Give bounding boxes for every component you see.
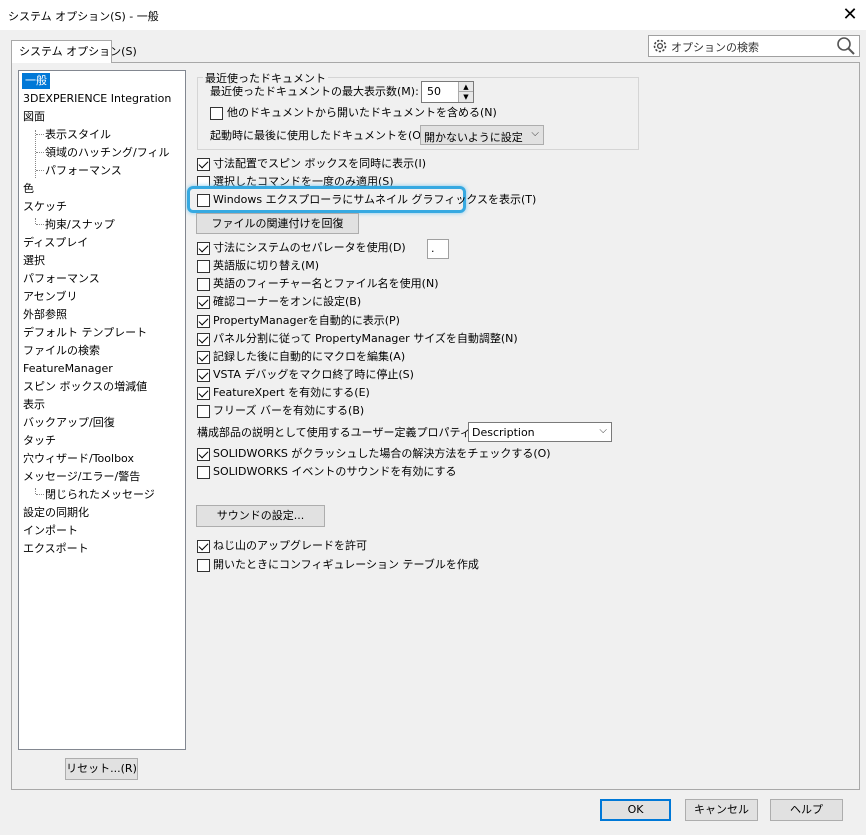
tree-item-sketch[interactable]: スケッチ: [23, 199, 67, 215]
tree-item-export[interactable]: エクスポート: [23, 541, 89, 557]
cancel-button[interactable]: キャンセル: [685, 799, 758, 821]
thumbnail-checkbox[interactable]: [197, 194, 210, 207]
option-label-16: 開いたときにコンフィギュレーション テーブルを作成: [213, 558, 479, 571]
max-recent-value[interactable]: 50: [427, 85, 441, 98]
magnifier-icon[interactable]: [835, 36, 857, 56]
option-label-13: SOLIDWORKS がクラッシュした場合の解決方法をチェックする(O): [213, 447, 551, 460]
options-tree[interactable]: 一般 3DEXPERIENCE Integration 図面 表示スタイル 領域…: [18, 70, 186, 750]
description-dropdown[interactable]: Description ⌵: [468, 422, 612, 442]
option-label-7: PropertyManagerを自動的に表示(P): [213, 314, 400, 327]
tab-system-options[interactable]: システム オプション(S): [11, 40, 137, 63]
tree-item-default-templates[interactable]: デフォルト テンプレート: [23, 325, 147, 341]
startup-dropdown[interactable]: 開かないように設定 ⌵: [420, 125, 544, 145]
search-box[interactable]: オプションの検索: [648, 35, 860, 57]
description-property-label: 構成部品の説明として使用するユーザー定義プロパティ:: [197, 426, 475, 439]
tree-item-view[interactable]: 表示: [23, 397, 45, 413]
tree-item-external-references[interactable]: 外部参照: [23, 307, 67, 323]
option-label-4: 英語版に切り替え(M): [213, 259, 320, 272]
spin-up-icon[interactable]: ▲: [458, 82, 473, 92]
option-label-5: 英語のフィーチャー名とファイル名を使用(N): [213, 277, 439, 290]
max-recent-spinbox[interactable]: 50 ▲ ▼: [421, 81, 474, 103]
option-label-14: SOLIDWORKS イベントのサウンドを有効にする: [213, 465, 457, 478]
startup-dropdown-value: 開かないように設定: [424, 131, 523, 144]
option-label-9: 記録した後に自動的にマクロを編集(A): [213, 350, 406, 363]
tree-item-3dexperience[interactable]: 3DEXPERIENCE Integration: [23, 91, 171, 107]
separator-field[interactable]: .: [427, 239, 449, 259]
chevron-down-icon: ⌵: [531, 128, 539, 139]
option-checkbox-16[interactable]: [197, 559, 210, 572]
option-checkbox-15[interactable]: [197, 540, 210, 553]
option-label-6: 確認コーナーをオンに設定(B): [213, 295, 362, 308]
close-icon[interactable]: ✕: [836, 3, 864, 27]
sound-settings-button[interactable]: サウンドの設定...: [196, 505, 325, 527]
tree-item-file-locations[interactable]: ファイルの検索: [23, 343, 100, 359]
option-label-8: パネル分割に従って PropertyManager サイズを自動調整(N): [213, 332, 518, 345]
option-checkbox-14[interactable]: [197, 466, 210, 479]
option-checkbox-4[interactable]: [197, 260, 210, 273]
option-checkbox-5[interactable]: [197, 278, 210, 291]
option-label-3: 寸法にシステムのセパレータを使用(D): [213, 241, 406, 254]
tree-item-messages-errors-warnings[interactable]: メッセージ/エラー/警告: [23, 469, 140, 485]
option-checkbox-13[interactable]: [197, 448, 210, 461]
thumbnail-label: Windows エクスプローラにサムネイル グラフィックスを表示(T): [213, 193, 537, 206]
tree-item-import[interactable]: インポート: [23, 523, 78, 539]
startup-label: 起動時に最後に使用したドキュメントを(O):: [210, 129, 429, 142]
tree-item-backup-recover[interactable]: バックアップ/回復: [23, 415, 115, 431]
tree-item-spin-box-increments[interactable]: スピン ボックスの増減値: [23, 379, 147, 395]
tree-item-hole-wizard-toolbox[interactable]: 穴ウィザード/Toolbox: [23, 451, 134, 467]
tree-item-colors[interactable]: 色: [23, 181, 34, 197]
search-input[interactable]: オプションの検索: [671, 39, 759, 55]
tree-item-drawings[interactable]: 図面: [23, 109, 45, 125]
window-title: システム オプション(S) - 一般: [8, 10, 159, 23]
tree-item-performance[interactable]: パフォーマンス: [23, 271, 100, 287]
spin-down-icon[interactable]: ▼: [458, 92, 473, 102]
reset-button[interactable]: リセット...(R): [65, 758, 138, 780]
tree-item-selection[interactable]: 選択: [23, 253, 45, 269]
tree-item-display-style[interactable]: 表示スタイル: [45, 127, 111, 143]
option-label-0: 寸法配置でスピン ボックスを同時に表示(I): [213, 157, 426, 170]
option-checkbox-7[interactable]: [197, 315, 210, 328]
tree-item-assemblies[interactable]: アセンブリ: [23, 289, 77, 305]
tree-item-display[interactable]: ディスプレイ: [23, 235, 88, 251]
tree-item-relations-snaps[interactable]: 拘束/スナップ: [45, 217, 115, 233]
restore-file-associations-button[interactable]: ファイルの関連付けを回復: [196, 213, 359, 234]
tree-item-general[interactable]: 一般: [22, 73, 50, 89]
help-button[interactable]: ヘルプ: [770, 799, 843, 821]
option-checkbox-10[interactable]: [197, 369, 210, 382]
option-checkbox-9[interactable]: [197, 351, 210, 364]
gear-icon: [653, 39, 667, 53]
option-checkbox-3[interactable]: [197, 242, 210, 255]
ok-button[interactable]: OK: [600, 799, 671, 821]
description-dropdown-value: Description: [472, 426, 535, 439]
option-label-12: フリーズ バーを有効にする(B): [213, 404, 365, 417]
include-docs-checkbox[interactable]: [210, 107, 223, 120]
max-recent-label: 最近使ったドキュメントの最大表示数(M):: [210, 85, 419, 98]
option-checkbox-8[interactable]: [197, 333, 210, 346]
chevron-down-icon: ⌵: [599, 425, 607, 436]
option-checkbox-0[interactable]: [197, 158, 210, 171]
option-checkbox-6[interactable]: [197, 296, 210, 309]
title-bar: システム オプション(S) - 一般 ✕: [0, 0, 866, 30]
option-label-15: ねじ山のアップグレードを許可: [213, 539, 367, 552]
option-checkbox-12[interactable]: [197, 405, 210, 418]
option-label-10: VSTA デバッグをマクロ終了時に停止(S): [213, 368, 414, 381]
option-checkbox-11[interactable]: [197, 387, 210, 400]
tree-item-dismissed-messages[interactable]: 閉じられたメッセージ: [45, 487, 155, 503]
tree-item-area-hatch[interactable]: 領域のハッチング/フィル: [45, 145, 170, 161]
tree-item-synchronize-settings[interactable]: 設定の同期化: [23, 505, 89, 521]
tree-item-drawing-performance[interactable]: パフォーマンス: [45, 163, 122, 179]
tree-item-featuremanager[interactable]: FeatureManager: [23, 361, 113, 377]
option-label-11: FeatureXpert を有効にする(E): [213, 386, 370, 399]
tree-item-touch[interactable]: タッチ: [23, 433, 56, 449]
include-docs-label: 他のドキュメントから開いたドキュメントを含める(N): [227, 106, 497, 119]
